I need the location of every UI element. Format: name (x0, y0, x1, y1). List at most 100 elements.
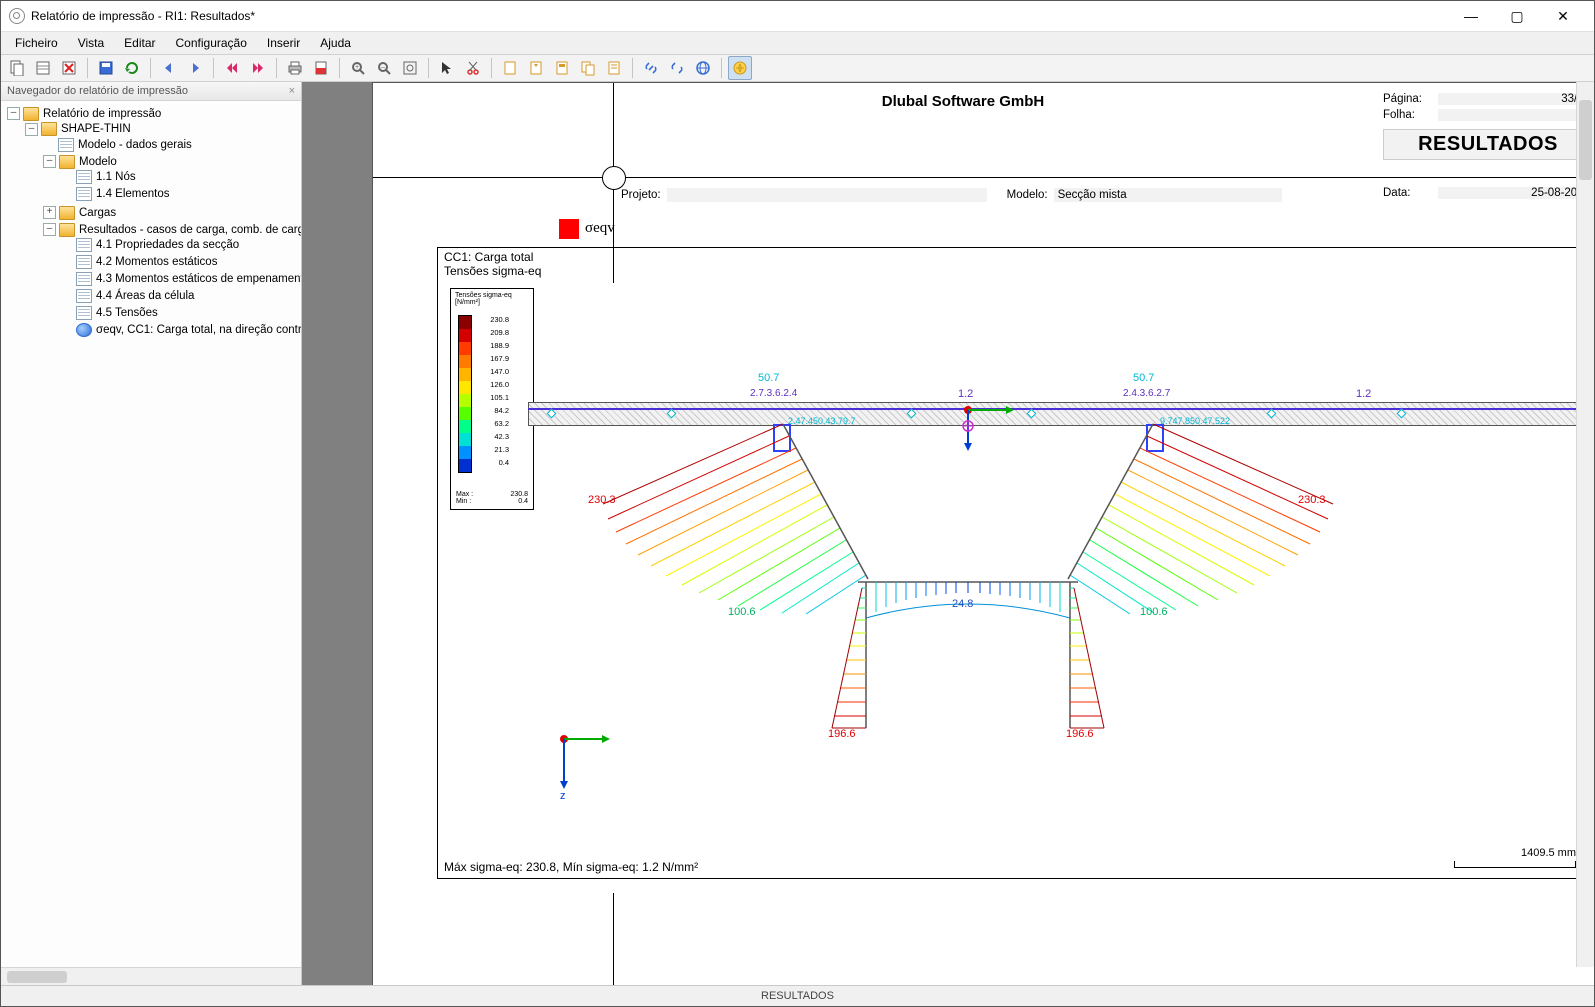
tb-zoom-fit[interactable] (398, 56, 422, 80)
menu-editar[interactable]: Editar (116, 34, 163, 52)
tb-ledger[interactable] (31, 56, 55, 80)
tb-page-c[interactable] (602, 56, 626, 80)
toolbar: + – (1, 55, 1594, 82)
projeto-field (667, 188, 987, 202)
top-flange (528, 402, 1578, 426)
tree-nos[interactable]: 1.1 Nós (61, 169, 299, 186)
tb-page-b[interactable] (550, 56, 574, 80)
val-100-r: 100.6 (1140, 606, 1168, 618)
tb-zoom-out[interactable]: – (372, 56, 396, 80)
menu-vista[interactable]: Vista (70, 34, 112, 52)
scale-bar: 1409.5 mm (1454, 847, 1576, 868)
svg-text:–: – (381, 64, 385, 71)
legend-title: Tensões sigma-eq [N/mm²] (455, 292, 529, 306)
tb-print[interactable] (283, 56, 307, 80)
val-pu-r: 2.4.3.6.2.7 (1123, 388, 1170, 399)
pagina-value: 33/33 (1438, 93, 1593, 105)
statusbar: RESULTADOS (1, 985, 1594, 1006)
page-infobox: Página:33/33 Folha:1 RESULTADOS (1383, 91, 1593, 160)
tb-page-blank[interactable] (498, 56, 522, 80)
header-hole-icon (602, 166, 626, 190)
tree-cargas[interactable]: +Cargas (43, 204, 299, 221)
body: Navegador do relatório de impressão × –R… (1, 82, 1594, 985)
stress-diagram: 50.7 50.7 2.7.3.6.2.4 2.4.3.6.2.7 1.2 1.… (528, 348, 1578, 818)
val-pu-l: 2.7.3.6.2.4 (750, 388, 797, 399)
company-name: Dlubal Software GmbH (683, 93, 1243, 110)
page-footer (373, 893, 1594, 985)
tree-root[interactable]: –Relatório de impressão –SHAPE-THIN Mode… (7, 105, 299, 343)
axes-center-icon (956, 398, 1016, 458)
tree-sigma[interactable]: σeqv, CC1: Carga total, na direção contr… (61, 322, 299, 339)
nav-close-icon[interactable]: × (289, 85, 295, 97)
tb-page-dup[interactable] (576, 56, 600, 80)
tb-link2[interactable] (665, 56, 689, 80)
tree-r45[interactable]: 4.5 Tensões (61, 305, 299, 322)
figure-title: CC1: Carga totalTensões sigma-eq (444, 250, 541, 278)
tb-forward[interactable] (246, 56, 270, 80)
preview-area[interactable]: Dlubal Software GmbH Página:33/33 Folha:… (302, 82, 1594, 985)
tree-r44[interactable]: 4.4 Áreas da célula (61, 288, 299, 305)
figure-footer: Máx sigma-eq: 230.8, Mín sigma-eq: 1.2 N… (444, 860, 698, 874)
val-pu-12b: 1.2 (1356, 388, 1371, 400)
tree-shapethin[interactable]: –SHAPE-THIN Modelo - dados gerais –Model… (25, 121, 299, 342)
nav-tree[interactable]: –Relatório de impressão –SHAPE-THIN Mode… (1, 101, 301, 967)
date-row: Data: 25-08-2016 (1383, 187, 1593, 199)
sigma-symbol-box: σeqv (559, 219, 579, 239)
nav-header-label: Navegador do relatório de impressão (7, 85, 188, 97)
tree-resultados[interactable]: –Resultados - casos de carga, comb. de c… (43, 221, 299, 340)
tb-page-a[interactable] (524, 56, 548, 80)
tb-lang[interactable] (728, 56, 752, 80)
app-icon (9, 8, 25, 24)
fan-right (1068, 424, 1368, 627)
nav-panel: Navegador do relatório de impressão × –R… (1, 82, 302, 985)
modelo-label: Modelo: (1007, 189, 1048, 201)
svg-text:z: z (560, 790, 566, 802)
tb-cut[interactable] (461, 56, 485, 80)
menu-inserir[interactable]: Inserir (259, 34, 308, 52)
val-100-l: 100.6 (728, 606, 756, 618)
tb-export-pdf[interactable] (309, 56, 333, 80)
nav-header: Navegador do relatório de impressão × (1, 82, 301, 101)
tb-select[interactable] (435, 56, 459, 80)
tb-last[interactable] (183, 56, 207, 80)
window-buttons: — ▢ ✕ (1448, 1, 1586, 31)
tb-globe[interactable] (691, 56, 715, 80)
menubar: Ficheiro Vista Editar Configuração Inser… (1, 32, 1594, 55)
red-square-icon (559, 219, 579, 239)
tree-modelo-dados[interactable]: Modelo - dados gerais (43, 136, 299, 153)
val-196-l: 196.6 (828, 728, 856, 740)
legend-colorbar (458, 315, 472, 473)
tb-delete[interactable] (57, 56, 81, 80)
tree-r41[interactable]: 4.1 Propriedades da secção (61, 237, 299, 254)
val-230-l: 230.3 (588, 494, 616, 506)
tree-elementos[interactable]: 1.4 Elementos (61, 186, 299, 203)
tb-first[interactable] (157, 56, 181, 80)
menu-ficheiro[interactable]: Ficheiro (7, 34, 66, 52)
nav-hscroll[interactable] (1, 967, 301, 985)
menu-config[interactable]: Configuração (168, 34, 255, 52)
maximize-button[interactable]: ▢ (1494, 1, 1540, 31)
menu-ajuda[interactable]: Ajuda (312, 34, 359, 52)
tree-r42[interactable]: 4.2 Momentos estáticos (61, 254, 299, 271)
tree-r43[interactable]: 4.3 Momentos estáticos de empenamento (61, 271, 299, 288)
tb-zoom-in[interactable]: + (346, 56, 370, 80)
minimize-button[interactable]: — (1448, 1, 1494, 31)
tree-modelo[interactable]: –Modelo 1.1 Nós 1.4 Elementos (43, 153, 299, 204)
tb-link[interactable] (639, 56, 663, 80)
svg-text:+: + (355, 64, 359, 71)
v-right (1048, 578, 1108, 738)
tb-rewind[interactable] (220, 56, 244, 80)
folha-value: 1 (1438, 109, 1593, 121)
val-cy-top-r: 50.7 (1133, 372, 1154, 384)
tb-refresh[interactable] (120, 56, 144, 80)
sigma-symbol: σeqv (585, 220, 615, 237)
close-button[interactable]: ✕ (1540, 1, 1586, 31)
folha-label: Folha: (1383, 109, 1438, 121)
project-row: Projeto: Modelo: Secção mista (621, 188, 1363, 202)
tb-new-report[interactable] (5, 56, 29, 80)
val-196-r: 196.6 (1066, 728, 1094, 740)
z-axis-icon: z (556, 731, 616, 804)
preview-vscroll[interactable] (1576, 82, 1594, 967)
resultados-heading: RESULTADOS (1383, 129, 1593, 160)
tb-save[interactable] (94, 56, 118, 80)
